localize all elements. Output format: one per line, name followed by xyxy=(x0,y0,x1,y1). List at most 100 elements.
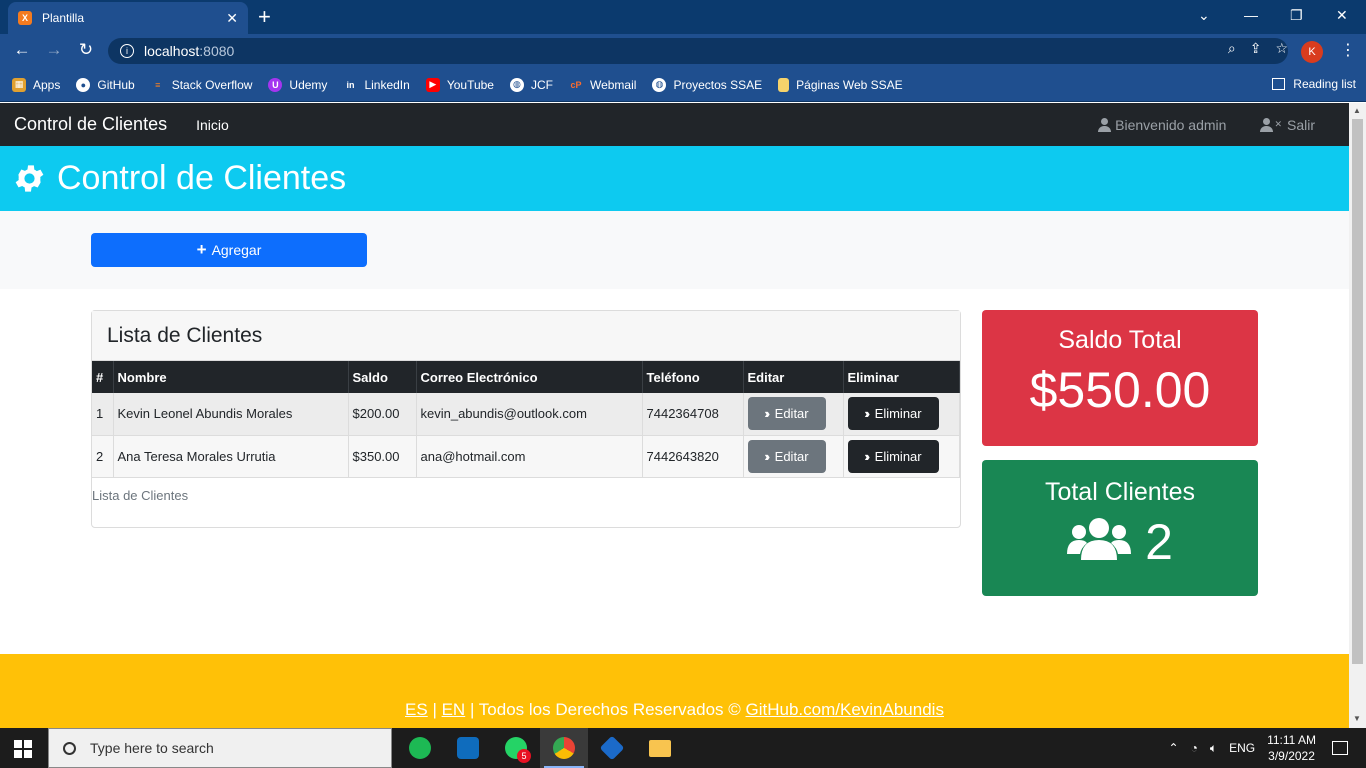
user-times-icon xyxy=(1260,117,1274,132)
bookmark-linkedin[interactable]: in LinkedIn xyxy=(343,78,409,92)
col-header-phone: Teléfono xyxy=(642,361,744,393)
edit-button[interactable]: ›› Editar xyxy=(747,397,826,431)
cell-balance: $200.00 xyxy=(348,393,417,436)
whatsapp-app[interactable]: 5 xyxy=(492,728,540,768)
app-navbar: Control de Clientes Inicio Bienvenido ad… xyxy=(0,103,1349,146)
nav-link-inicio[interactable]: Inicio xyxy=(196,117,229,133)
taskbar-clock[interactable]: 11:11 AM 3/9/2022 xyxy=(1267,732,1316,764)
browser-menu-icon[interactable]: ⋮ xyxy=(1340,40,1356,60)
outlook-app[interactable] xyxy=(444,728,492,768)
input-language[interactable]: ENG xyxy=(1229,741,1255,755)
bookmark-star-icon[interactable]: ☆ xyxy=(1275,40,1288,57)
new-tab-button[interactable]: + xyxy=(258,4,271,30)
folder-icon xyxy=(649,739,671,757)
share-icon[interactable]: ⇪ xyxy=(1250,40,1262,57)
tab-title: Plantilla xyxy=(42,11,85,25)
chrome-icon xyxy=(553,737,575,759)
total-balance-card: Saldo Total $550.00 xyxy=(982,310,1258,446)
table-row: 1 Kevin Leonel Abundis Morales $200.00 k… xyxy=(92,393,960,436)
lang-es-link[interactable]: ES xyxy=(405,700,428,719)
zoom-icon[interactable]: ⌕ xyxy=(1228,40,1236,57)
spotify-icon xyxy=(409,737,431,759)
logout-x-icon: ✕ xyxy=(1274,119,1282,129)
chrome-app[interactable] xyxy=(540,728,588,768)
plus-icon: + xyxy=(196,240,207,259)
volume-icon[interactable]: 🔈︎ xyxy=(1210,741,1217,756)
cell-balance: $350.00 xyxy=(348,435,417,478)
close-window-button[interactable]: ✕ xyxy=(1336,0,1348,30)
back-button[interactable]: ← xyxy=(10,40,34,60)
cell-email: ana@hotmail.com xyxy=(416,435,643,478)
client-list-card: Lista de Clientes # Nombre Saldo Correo … xyxy=(91,310,961,528)
bookmark-github[interactable]: ● GitHub xyxy=(76,77,135,92)
file-explorer-app[interactable] xyxy=(636,728,684,768)
total-clients-value: 2 xyxy=(1145,514,1173,570)
total-balance-title: Saldo Total xyxy=(1058,326,1182,354)
bookmark-proyectos-ssae[interactable]: ◍ Proyectos SSAE xyxy=(652,77,762,92)
stackoverflow-icon: ≡ xyxy=(155,79,161,90)
gear-icon xyxy=(15,165,44,192)
tab-search-icon[interactable]: ⌄ xyxy=(1198,0,1210,30)
total-balance-value: $550.00 xyxy=(1029,362,1211,418)
col-header-id: # xyxy=(92,361,114,393)
taskbar-search[interactable]: Type here to search xyxy=(48,728,392,768)
lang-en-link[interactable]: EN xyxy=(442,700,466,719)
nav-link-logout[interactable]: ✕ Salir xyxy=(1260,117,1315,133)
clients-table: # Nombre Saldo Correo Electrónico Teléfo… xyxy=(92,361,960,478)
page-scrollbar[interactable]: ▲ ▼ xyxy=(1349,103,1366,728)
delete-button[interactable]: ›› Eliminar xyxy=(847,397,939,431)
wifi-icon[interactable]: ◔ xyxy=(1191,741,1198,755)
browser-toolbar: ← → ↻ i localhost:8080 xyxy=(0,34,1366,68)
minimize-button[interactable]: — xyxy=(1244,0,1258,30)
navbar-user-area: Bienvenido admin ✕ Salir xyxy=(1098,103,1349,146)
tab-close-icon[interactable]: ✕ xyxy=(226,10,238,27)
chevron-up-icon[interactable]: ⌃ xyxy=(1169,741,1179,755)
table-row: 2 Ana Teresa Morales Urrutia $350.00 ana… xyxy=(92,435,960,478)
page-footer: ES | EN | Todos los Derechos Reservados … xyxy=(0,654,1349,728)
total-clients-title: Total Clientes xyxy=(1044,478,1196,506)
cell-id: 1 xyxy=(92,393,114,436)
notifications-icon[interactable] xyxy=(1332,741,1348,755)
site-info-icon[interactable]: i xyxy=(120,44,134,58)
address-bar[interactable]: i localhost:8080 xyxy=(108,38,1288,64)
globe-icon: ◍ xyxy=(652,77,667,92)
footer-rights: Todos los Derechos Reservados © xyxy=(478,700,741,719)
reading-list-button[interactable]: Reading list xyxy=(1272,77,1356,91)
cell-phone: 7442643820 xyxy=(642,435,744,478)
cell-id: 2 xyxy=(92,435,114,478)
windows-start-icon[interactable] xyxy=(14,740,32,758)
profile-avatar[interactable]: K xyxy=(1301,41,1323,63)
apps-grid-icon: ▦ xyxy=(12,77,26,92)
github-link[interactable]: GitHub.com/KevinAbundis xyxy=(746,700,944,719)
bookmark-apps[interactable]: ▦ Apps xyxy=(12,77,60,92)
bookmark-stackoverflow[interactable]: ≡ Stack Overflow xyxy=(151,78,252,92)
nav-link-welcome[interactable]: Bienvenido admin xyxy=(1098,117,1226,133)
scroll-up-icon[interactable]: ▲ xyxy=(1353,106,1361,115)
spotify-app[interactable] xyxy=(396,728,444,768)
bookmark-paginas-web-ssae[interactable]: Páginas Web SSAE xyxy=(778,77,903,92)
cell-edit: ›› Editar xyxy=(743,435,844,478)
forward-button[interactable]: → xyxy=(42,40,66,60)
scrollbar-thumb[interactable] xyxy=(1352,119,1363,664)
bookmark-jcf[interactable]: ◍ JCF xyxy=(509,77,553,92)
cell-delete: ›› Eliminar xyxy=(843,393,960,436)
bookmark-youtube[interactable]: ▶ YouTube xyxy=(425,77,494,92)
cell-edit: ›› Editar xyxy=(743,393,844,436)
add-client-button[interactable]: + Agregar xyxy=(91,233,367,267)
netbeans-app[interactable] xyxy=(588,728,636,768)
delete-button[interactable]: ›› Eliminar xyxy=(847,439,939,473)
browser-tab-strip: X Plantilla ✕ + ⌄ — ❐ ✕ xyxy=(0,0,1366,34)
user-icon xyxy=(1098,117,1112,132)
scroll-down-icon[interactable]: ▼ xyxy=(1353,714,1361,723)
restore-button[interactable]: ❐ xyxy=(1290,0,1303,30)
cpanel-icon: cP xyxy=(570,79,582,90)
browser-tab[interactable]: X Plantilla ✕ xyxy=(8,2,248,34)
cell-delete: ›› Eliminar xyxy=(843,435,960,478)
bookmark-webmail[interactable]: cP Webmail xyxy=(569,78,636,92)
bookmark-udemy[interactable]: U Udemy xyxy=(268,77,327,92)
system-tray: ⌃ ◔ 🔈︎ ENG 11:11 AM 3/9/2022 xyxy=(1169,728,1366,768)
edit-button[interactable]: ›› Editar xyxy=(747,439,826,473)
navbar-brand[interactable]: Control de Clientes xyxy=(14,114,167,135)
reload-button[interactable]: ↻ xyxy=(74,40,98,60)
clock-time: 11:11 AM xyxy=(1267,733,1316,747)
